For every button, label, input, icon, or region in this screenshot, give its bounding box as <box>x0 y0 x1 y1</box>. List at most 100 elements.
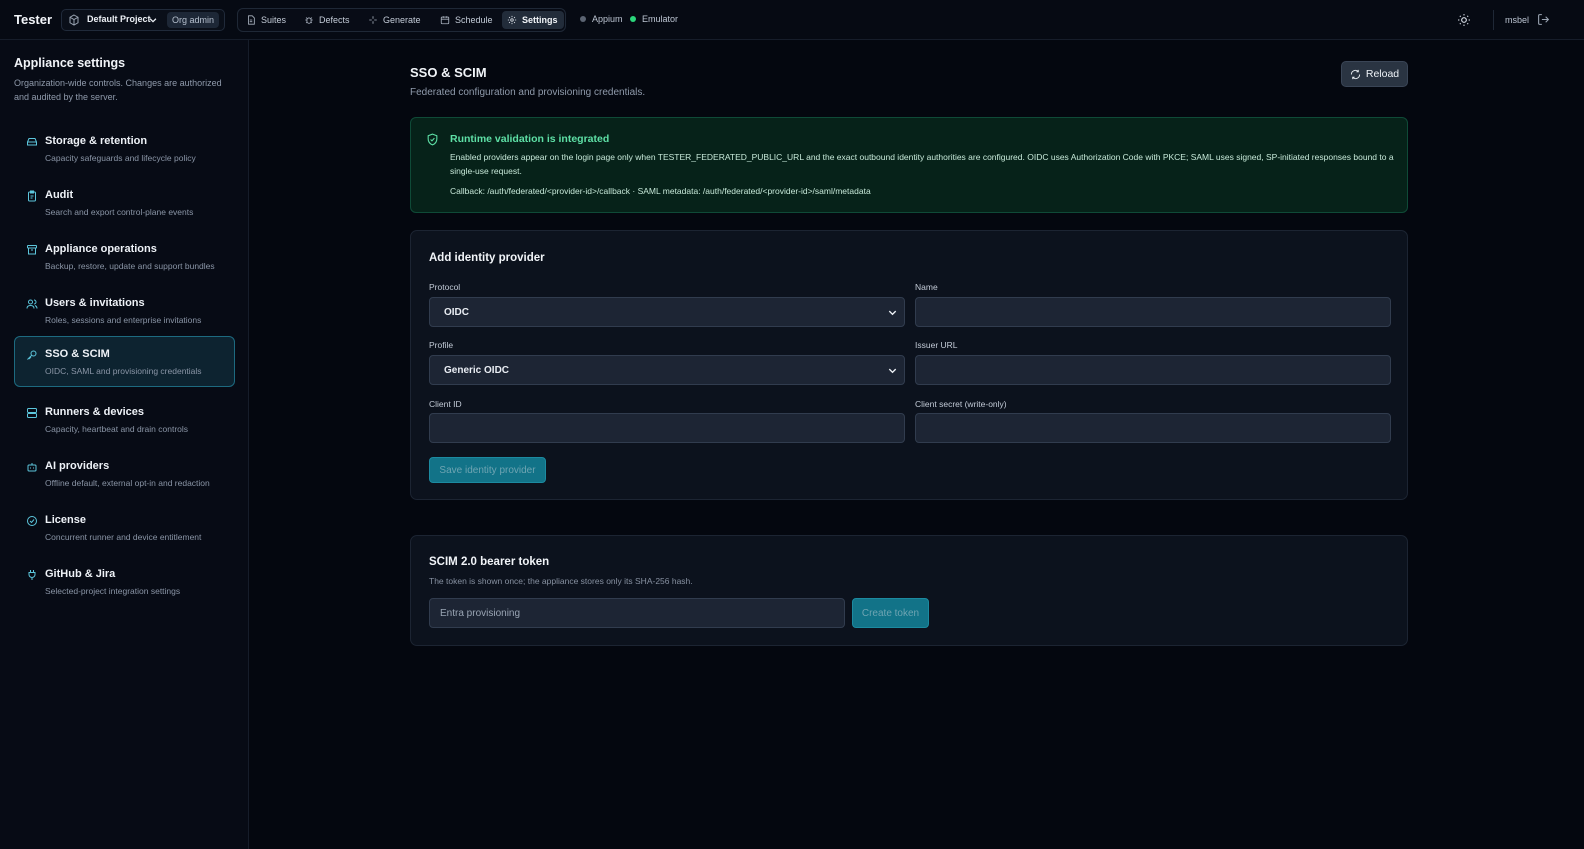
alert-title: Runtime validation is integrated <box>450 133 610 145</box>
profile-select[interactable]: Generic OIDC <box>429 355 905 385</box>
calendar-icon <box>440 16 450 25</box>
profile-label: Profile <box>429 340 454 350</box>
nav-schedule[interactable]: Schedule <box>435 11 499 29</box>
sidebar-item-sub: Capacity safeguards and lifecycle policy <box>45 153 196 163</box>
chevron-down-icon <box>149 18 157 23</box>
sidebar-item-users[interactable]: Users & invitations Roles, sessions and … <box>14 285 235 336</box>
add-identity-provider-card: Add identity provider Protocol OIDC Name… <box>410 230 1408 500</box>
chevron-down-icon <box>888 368 897 374</box>
sidebar-title: Appliance settings <box>14 56 126 70</box>
nav-generate-label: Generate <box>383 15 421 25</box>
client-secret-label: Client secret (write-only) <box>915 399 1007 409</box>
settings-sidebar: Appliance settings Organization-wide con… <box>0 40 249 849</box>
top-bar: Tester Default Project Org admin Suites … <box>0 0 1584 40</box>
status-dot <box>580 16 586 22</box>
sidebar-item-operations[interactable]: Appliance operations Backup, restore, up… <box>14 231 235 282</box>
nav-suites[interactable]: Suites <box>241 11 292 29</box>
appium-status: Appium <box>580 14 623 24</box>
client-id-field[interactable] <box>429 413 905 443</box>
emulator-status: Emulator <box>630 14 678 24</box>
nav-settings[interactable]: Settings <box>502 11 564 29</box>
sidebar-item-sub: Search and export control-plane events <box>45 207 194 217</box>
username: msbel <box>1505 15 1530 25</box>
name-field[interactable] <box>915 297 1391 327</box>
logout-icon[interactable] <box>1537 13 1550 26</box>
nav-settings-label: Settings <box>522 15 558 25</box>
alert-callback: Callback: /auth/federated/<provider-id>/… <box>450 186 871 196</box>
card-description: The token is shown once; the appliance s… <box>429 576 693 586</box>
sidebar-item-ai-providers[interactable]: AI providers Offline default, external o… <box>14 448 235 499</box>
gear-icon <box>507 15 517 25</box>
sidebar-description: Organization-wide controls. Changes are … <box>14 78 222 102</box>
nav-defects[interactable]: Defects <box>299 11 356 29</box>
sidebar-item-sub: Roles, sessions and enterprise invitatio… <box>45 315 202 325</box>
card-title: Add identity provider <box>429 252 545 264</box>
sidebar-item-label: Audit <box>45 189 74 201</box>
sidebar-item-sso-scim[interactable]: SSO & SCIM OIDC, SAML and provisioning c… <box>14 336 235 387</box>
sparkle-icon <box>369 16 377 24</box>
role-badge: Org admin <box>167 12 220 28</box>
sidebar-item-label: SSO & SCIM <box>45 348 110 360</box>
sidebar-item-license[interactable]: License Concurrent runner and device ent… <box>14 502 235 553</box>
key-icon <box>27 350 37 360</box>
plug-icon <box>28 570 36 580</box>
cube-icon <box>69 14 79 26</box>
save-identity-provider-button[interactable]: Save identity provider <box>429 457 546 483</box>
sidebar-item-label: AI providers <box>45 460 110 472</box>
sidebar-item-label: Users & invitations <box>45 297 145 309</box>
page-title: SSO & SCIM <box>410 65 487 80</box>
client-secret-field[interactable] <box>915 413 1391 443</box>
nav-defects-label: Defects <box>319 15 350 25</box>
shield-check-icon <box>427 133 438 146</box>
create-token-button[interactable]: Create token <box>852 598 929 628</box>
card-title: SCIM 2.0 bearer token <box>429 556 550 568</box>
main-nav: Suites Defects Generate Schedule Setting… <box>237 8 566 32</box>
sidebar-item-sub: Backup, restore, update and support bund… <box>45 261 215 271</box>
page-subtitle: Federated configuration and provisioning… <box>410 87 646 98</box>
reload-button[interactable]: Reload <box>1341 61 1408 87</box>
bug-icon <box>305 17 313 24</box>
client-id-label: Client ID <box>429 399 462 409</box>
sidebar-item-storage[interactable]: Storage & retention Capacity safeguards … <box>14 123 235 174</box>
sidebar-item-label: License <box>45 514 86 526</box>
app-title: Tester <box>14 12 53 27</box>
name-label: Name <box>915 282 938 292</box>
status-dot <box>630 16 636 22</box>
project-switcher[interactable]: Default Project Org admin <box>61 9 225 31</box>
sun-icon[interactable] <box>1457 13 1471 27</box>
file-icon <box>248 15 255 25</box>
divider <box>1493 10 1494 30</box>
archive-icon <box>27 245 37 255</box>
sidebar-item-sub: Offline default, external opt-in and red… <box>45 478 210 488</box>
sidebar-item-sub: Concurrent runner and device entitlement <box>45 532 202 542</box>
protocol-value: OIDC <box>444 306 469 318</box>
sidebar-item-label: Runners & devices <box>45 406 145 418</box>
scim-token-card: SCIM 2.0 bearer token The token is shown… <box>410 535 1408 646</box>
check-circle-icon <box>27 516 37 526</box>
sidebar-item-sub: Selected-project integration settings <box>45 586 181 596</box>
alert-body: Enabled providers appear on the login pa… <box>450 152 1394 176</box>
clipboard-icon <box>28 190 36 202</box>
sidebar-item-github-jira[interactable]: GitHub & Jira Selected-project integrati… <box>14 556 235 607</box>
sidebar-item-label: GitHub & Jira <box>45 568 116 580</box>
issuer-url-label: Issuer URL <box>915 340 958 350</box>
sidebar-item-label: Appliance operations <box>45 243 157 255</box>
sidebar-item-runners[interactable]: Runners & devices Capacity, heartbeat an… <box>14 394 235 445</box>
sidebar-item-label: Storage & retention <box>45 135 148 147</box>
users-icon <box>26 299 38 309</box>
chevron-down-icon <box>888 310 897 316</box>
protocol-select[interactable]: OIDC <box>429 297 905 327</box>
nav-generate[interactable]: Generate <box>363 11 427 29</box>
refresh-icon <box>1350 69 1360 79</box>
sidebar-item-audit[interactable]: Audit Search and export control-plane ev… <box>14 177 235 228</box>
project-name: Default Project <box>87 14 151 24</box>
token-name-input[interactable] <box>429 598 845 628</box>
appium-label: Appium <box>592 14 623 24</box>
sidebar-item-sub: OIDC, SAML and provisioning credentials <box>45 366 202 376</box>
issuer-url-field[interactable] <box>915 355 1391 385</box>
reload-label: Reload <box>1365 68 1400 80</box>
sidebar-item-sub: Capacity, heartbeat and drain controls <box>45 424 189 434</box>
server-icon <box>27 408 37 418</box>
runtime-validation-alert: Runtime validation is integrated Enabled… <box>410 117 1408 213</box>
profile-value: Generic OIDC <box>444 364 510 376</box>
